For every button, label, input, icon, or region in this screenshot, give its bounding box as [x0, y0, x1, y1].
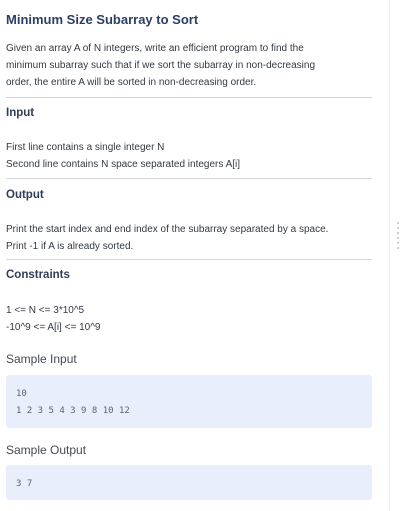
constraint-line: -10^9 <= A[i] <= 10^9: [6, 322, 101, 333]
output-line: Print the start index and end index of t…: [6, 224, 329, 235]
sample-input-line: 1 2 3 5 4 3 9 8 10 12: [16, 406, 130, 416]
constraints-list: 1 <= N <= 3*10^5 -10^9 <= A[i] <= 10^9: [6, 302, 366, 336]
panel-right-border: [389, 0, 390, 511]
sample-input-box: 10 1 2 3 5 4 3 9 8 10 12: [6, 375, 372, 428]
sample-output-line: 3 7: [16, 479, 33, 489]
output-heading: Output: [6, 189, 44, 201]
description-line: minimum subarray such that if we sort th…: [6, 60, 316, 71]
output-line: Print -1 if A is already sorted.: [6, 241, 134, 252]
section-divider: [6, 178, 372, 179]
output-description: Print the start index and end index of t…: [6, 221, 366, 255]
section-divider: [6, 97, 372, 98]
constraints-heading: Constraints: [6, 269, 70, 281]
panel-resize-handle[interactable]: [397, 222, 401, 249]
description-line: order, the entire A will be sorted in no…: [6, 77, 257, 88]
input-line: Second line contains N space separated i…: [6, 159, 241, 170]
problem-description: Given an array A of N integers, write an…: [6, 40, 366, 91]
sample-input-heading: Sample Input: [6, 352, 77, 366]
section-divider: [6, 259, 372, 260]
sample-output-heading: Sample Output: [6, 443, 87, 457]
constraint-line: 1 <= N <= 3*10^5: [6, 305, 85, 316]
problem-title: Minimum Size Subarray to Sort: [6, 12, 199, 27]
description-line: Given an array A of N integers, write an…: [6, 43, 304, 54]
input-heading: Input: [6, 107, 35, 119]
input-description: First line contains a single integer N S…: [6, 139, 366, 173]
input-line: First line contains a single integer N: [6, 142, 165, 153]
sample-output-box: 3 7: [6, 465, 372, 500]
sample-input-line: 10: [16, 389, 27, 399]
